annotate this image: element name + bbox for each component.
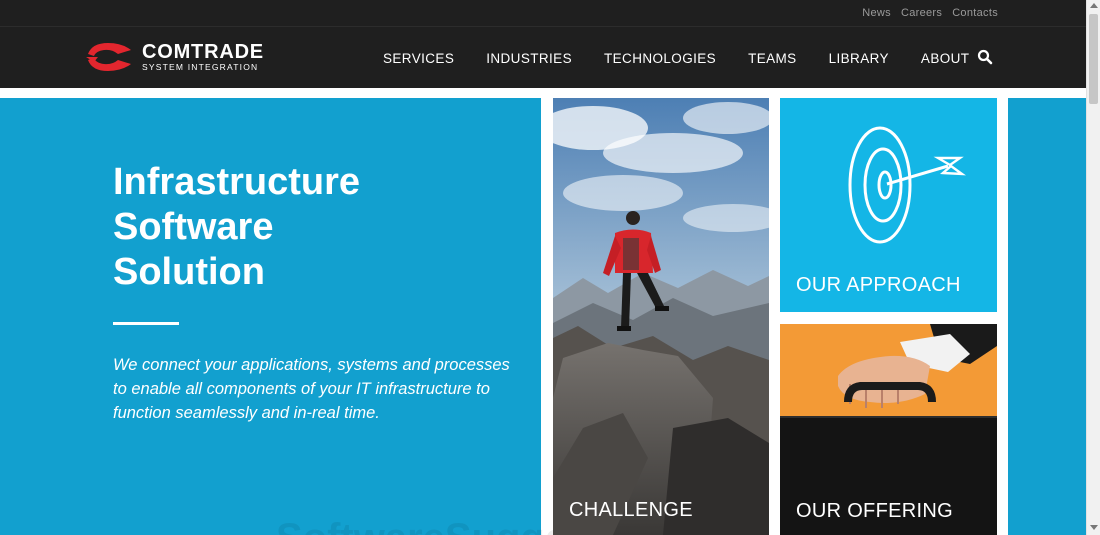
our-offering-label: OUR OFFERING bbox=[796, 500, 953, 522]
nav-item-library[interactable]: LIBRARY bbox=[829, 51, 889, 66]
mountain-climber-image bbox=[553, 98, 769, 535]
brand-name: COMTRADE bbox=[142, 40, 264, 63]
utility-links: News Careers Contacts bbox=[862, 0, 998, 26]
comtrade-logo-mark-icon bbox=[86, 43, 131, 71]
scroll-up-arrow-icon[interactable] bbox=[1090, 3, 1098, 8]
hero-title-line-3: Solution bbox=[113, 251, 265, 293]
target-arrow-icon bbox=[848, 126, 966, 244]
scroll-down-arrow-icon[interactable] bbox=[1090, 525, 1098, 530]
nav-item-services[interactable]: SERVICES bbox=[383, 51, 454, 66]
nav-item-technologies[interactable]: TECHNOLOGIES bbox=[604, 51, 716, 66]
hero-title-line-2: Software bbox=[113, 206, 274, 248]
hero-divider bbox=[113, 322, 179, 325]
hero-description: We connect your applications, systems an… bbox=[113, 356, 510, 422]
hero-title-line-1: Infrastructure bbox=[113, 161, 361, 203]
top-utility-bar: News Careers Contacts bbox=[0, 0, 1086, 26]
main-menu: SERVICES INDUSTRIES TECHNOLOGIES TEAMS L… bbox=[383, 27, 1001, 89]
search-icon[interactable] bbox=[977, 49, 993, 65]
nav-item-about[interactable]: ABOUT bbox=[921, 51, 970, 66]
challenge-tile[interactable]: CHALLENGE bbox=[553, 98, 769, 535]
our-approach-label: OUR APPROACH bbox=[796, 274, 961, 296]
comtrade-logo[interactable]: COMTRADE SYSTEM INTEGRATION bbox=[82, 39, 282, 75]
scroll-thumb[interactable] bbox=[1089, 14, 1098, 104]
logo-text: COMTRADE SYSTEM INTEGRATION bbox=[142, 42, 264, 73]
our-offering-tile[interactable]: OUR OFFERING bbox=[780, 324, 997, 535]
next-tile-edge bbox=[1008, 98, 1086, 535]
careers-link[interactable]: Careers bbox=[901, 7, 942, 19]
hero-section: Infrastructure Software Solution We conn… bbox=[0, 98, 603, 535]
vertical-scrollbar[interactable] bbox=[1086, 0, 1100, 535]
main-navigation: COMTRADE SYSTEM INTEGRATION SERVICES IND… bbox=[0, 26, 1086, 88]
nav-item-teams[interactable]: TEAMS bbox=[748, 51, 797, 66]
contacts-link[interactable]: Contacts bbox=[952, 7, 998, 19]
challenge-label: CHALLENGE bbox=[569, 499, 693, 521]
brand-tagline: SYSTEM INTEGRATION bbox=[142, 61, 259, 72]
news-link[interactable]: News bbox=[862, 7, 891, 19]
nav-item-industries[interactable]: INDUSTRIES bbox=[486, 51, 572, 66]
our-approach-tile[interactable]: OUR APPROACH bbox=[780, 98, 997, 312]
page: News Careers Contacts COMTRADE SYSTEM IN… bbox=[0, 0, 1100, 535]
hero-title: Infrastructure Software Solution bbox=[113, 160, 473, 295]
